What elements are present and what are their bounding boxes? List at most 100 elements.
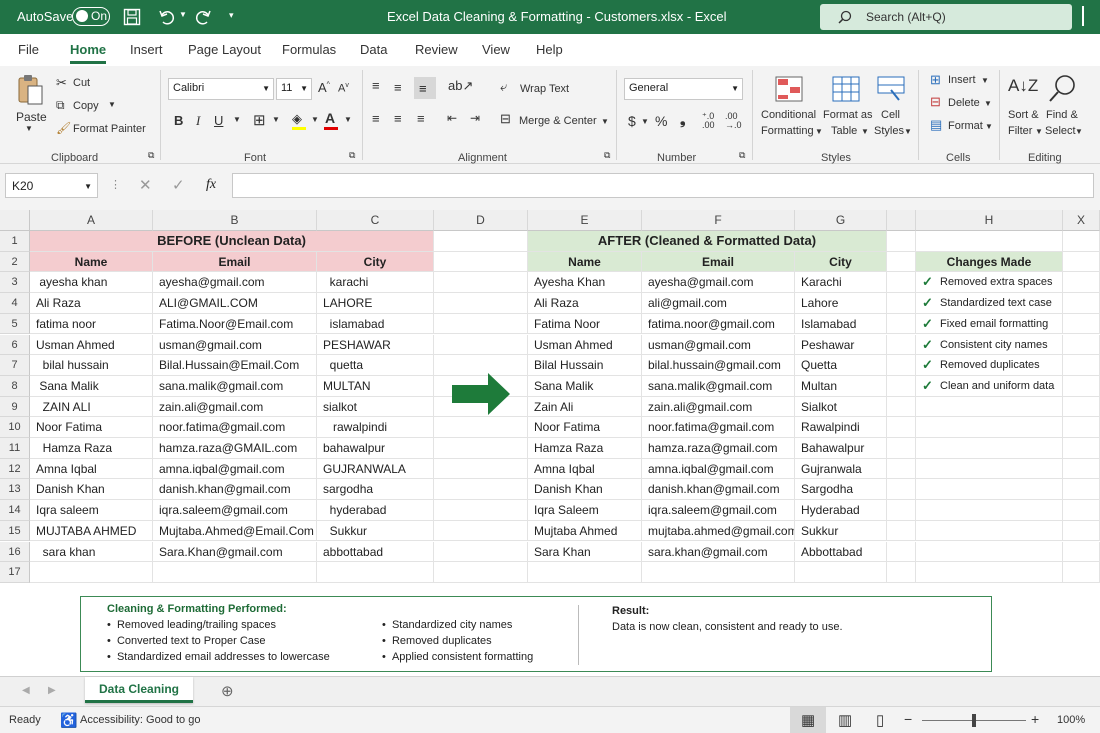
format-as-table-label-2[interactable]: Table <box>831 125 857 137</box>
name-box[interactable]: K20 ▼ <box>5 173 98 198</box>
grid-cell[interactable] <box>916 562 1063 583</box>
changes-title[interactable]: Changes Made <box>916 251 1063 273</box>
before-data-cell[interactable]: Ali Raza <box>30 293 153 314</box>
before-data-cell[interactable]: ALI@GMAIL.COM <box>153 293 317 314</box>
increase-indent-icon[interactable]: ⇥ <box>470 111 480 125</box>
grid-cell[interactable] <box>434 520 528 542</box>
after-data-cell[interactable]: Hyderabad <box>795 500 887 521</box>
column-header[interactable]: A <box>30 210 153 231</box>
after-data-cell[interactable]: Rawalpindi <box>795 417 887 438</box>
format-as-table-icon[interactable] <box>832 76 860 102</box>
grid-cell[interactable] <box>434 458 528 480</box>
after-data-cell[interactable]: Islamabad <box>795 313 887 335</box>
grid-cell[interactable] <box>434 541 528 563</box>
insert-cells-icon[interactable]: ⊞ <box>930 72 941 88</box>
conditional-formatting-label-2[interactable]: Formatting <box>761 125 814 137</box>
grid-cell[interactable] <box>916 458 1063 480</box>
delete-cells-icon[interactable]: ⊟ <box>930 94 941 110</box>
before-data-cell[interactable]: Hamza Raza <box>30 438 153 459</box>
grid-cell[interactable] <box>1063 231 1100 252</box>
tab-file[interactable]: File <box>18 42 39 57</box>
before-data-cell[interactable]: amna.iqbal@gmail.com <box>153 458 317 480</box>
after-data-cell[interactable]: Noor Fatima <box>528 417 642 438</box>
autosave-toggle[interactable]: On <box>72 7 110 26</box>
after-column-header[interactable]: City <box>795 251 887 273</box>
number-format-select[interactable]: General ▼ <box>624 78 743 100</box>
customize-toolbar-icon[interactable]: ▾ <box>229 10 234 21</box>
row-header[interactable]: 3 <box>0 272 30 294</box>
before-data-cell[interactable]: iqra.saleem@gmail.com <box>153 500 317 521</box>
before-data-cell[interactable]: fatima noor <box>30 313 153 335</box>
format-as-table-label[interactable]: Format as <box>823 109 873 121</box>
after-data-cell[interactable]: hamza.raza@gmail.com <box>642 438 795 459</box>
currency-dropdown-icon[interactable]: ▼ <box>641 117 649 126</box>
select-all-corner[interactable] <box>0 210 30 231</box>
minimize-icon[interactable] <box>1082 6 1084 26</box>
after-data-cell[interactable]: mujtaba.ahmed@gmail.com <box>642 520 795 542</box>
fill-color-icon[interactable]: ◈ <box>292 111 302 127</box>
sort-filter-label[interactable]: Sort & <box>1008 109 1039 121</box>
conditional-formatting-label[interactable]: Conditional <box>761 109 816 121</box>
tab-home[interactable]: Home <box>70 42 106 57</box>
grid-cell[interactable] <box>434 500 528 521</box>
grid-cell[interactable] <box>1063 293 1100 314</box>
chevron-down-icon[interactable]: ▼ <box>984 99 992 108</box>
grid-cell[interactable] <box>887 417 916 438</box>
grid-cell[interactable] <box>434 334 528 356</box>
column-header[interactable]: F <box>642 210 795 231</box>
before-data-cell[interactable]: sana.malik@gmail.com <box>153 375 317 397</box>
before-data-cell[interactable]: PESHAWAR <box>317 334 434 356</box>
delete-button[interactable]: Delete <box>948 97 980 109</box>
after-data-cell[interactable]: amna.iqbal@gmail.com <box>642 458 795 480</box>
grid-cell[interactable] <box>916 438 1063 459</box>
grid-cell[interactable] <box>887 541 916 563</box>
row-header[interactable]: 16 <box>0 541 30 563</box>
grid-cell[interactable] <box>1063 355 1100 376</box>
grid-cell[interactable] <box>916 231 1063 252</box>
borders-icon[interactable]: ⊞ <box>253 111 266 129</box>
before-data-cell[interactable]: bahawalpur <box>317 438 434 459</box>
before-data-cell[interactable]: MUJTABA AHMED <box>30 520 153 542</box>
underline-dropdown-icon[interactable]: ▼ <box>233 115 241 124</box>
number-launcher-icon[interactable]: ⧉ <box>739 150 745 161</box>
before-data-cell[interactable]: GUJRANWALA <box>317 458 434 480</box>
grid-cell[interactable] <box>916 520 1063 542</box>
bold-icon[interactable]: B <box>174 113 183 128</box>
copy-button[interactable]: Copy <box>73 100 99 112</box>
after-data-cell[interactable]: Hamza Raza <box>528 438 642 459</box>
wrap-text-icon[interactable]: ⤶ <box>500 79 507 95</box>
format-cells-icon[interactable]: ▤ <box>930 117 942 133</box>
cut-icon[interactable]: ✂ <box>56 75 67 91</box>
zoom-out-icon[interactable]: − <box>904 711 912 727</box>
before-data-cell[interactable]: danish.khan@gmail.com <box>153 479 317 501</box>
orientation-icon[interactable]: ab↗ <box>448 78 473 94</box>
worksheet-grid[interactable]: A B C D E F G H X 1 2 3 4 5 6 7 8 9 10 11 12 13 14 15 16 17 BEFORE… <box>0 210 1100 592</box>
before-data-cell[interactable]: Iqra saleem <box>30 500 153 521</box>
cancel-icon[interactable]: ✕ <box>139 176 152 194</box>
align-bottom-icon[interactable]: ≡ <box>414 77 436 99</box>
after-data-cell[interactable]: Usman Ahmed <box>528 334 642 356</box>
row-header[interactable]: 17 <box>0 562 30 583</box>
before-data-cell[interactable]: Fatima.Noor@Email.com <box>153 313 317 335</box>
column-header[interactable]: E <box>528 210 642 231</box>
grid-cell[interactable] <box>1063 417 1100 438</box>
before-data-cell[interactable]: karachi <box>317 272 434 294</box>
enter-icon[interactable]: ✓ <box>172 176 185 194</box>
after-data-cell[interactable]: Bahawalpur <box>795 438 887 459</box>
before-data-cell[interactable]: Sukkur <box>317 520 434 542</box>
after-data-cell[interactable]: Gujranwala <box>795 458 887 480</box>
grid-cell[interactable] <box>887 251 916 273</box>
insert-button[interactable]: Insert <box>948 74 976 86</box>
tab-insert[interactable]: Insert <box>130 42 163 57</box>
column-header[interactable]: C <box>317 210 434 231</box>
before-data-cell[interactable]: rawalpindi <box>317 417 434 438</box>
grid-cell[interactable] <box>1063 396 1100 418</box>
before-data-cell[interactable]: Bilal.Hussain@Email.Com <box>153 355 317 376</box>
after-data-cell[interactable]: bilal.hussain@gmail.com <box>642 355 795 376</box>
after-data-cell[interactable]: Lahore <box>795 293 887 314</box>
find-select-label-2[interactable]: Select <box>1045 125 1076 137</box>
before-data-cell[interactable]: Mujtaba.Ahmed@Email.Com <box>153 520 317 542</box>
clipboard-launcher-icon[interactable]: ⧉ <box>148 150 154 161</box>
increase-font-icon[interactable]: A^ <box>318 80 330 95</box>
comma-style-icon[interactable]: ❟ <box>680 111 686 128</box>
